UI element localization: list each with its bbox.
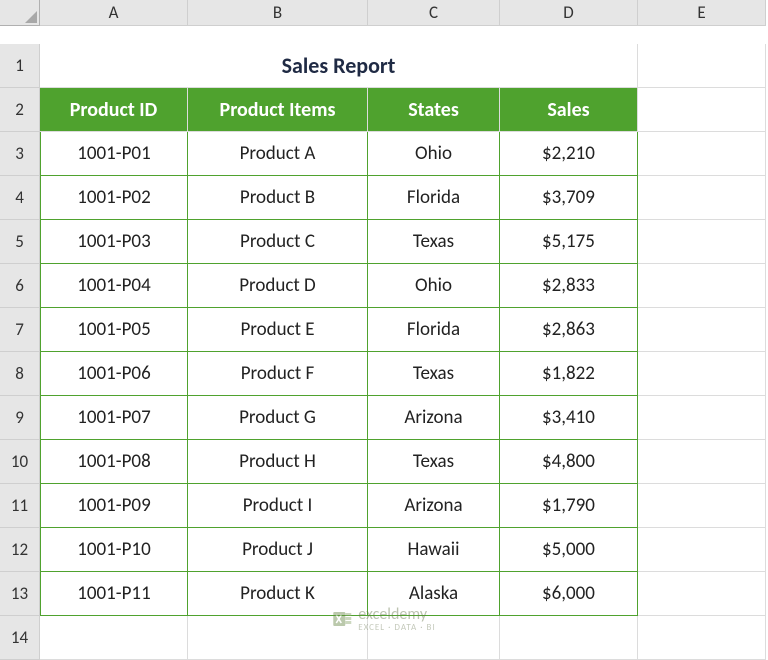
select-all-corner[interactable]: [0, 0, 40, 26]
cell-state[interactable]: Ohio: [368, 132, 500, 176]
cell-sales[interactable]: $3,709: [500, 176, 638, 220]
cell-state[interactable]: Florida: [368, 308, 500, 352]
cell-sales[interactable]: $1,790: [500, 484, 638, 528]
header-sales[interactable]: Sales: [500, 88, 638, 132]
header-product-items[interactable]: Product Items: [188, 88, 368, 132]
header-product-id[interactable]: Product ID: [40, 88, 188, 132]
cell-state[interactable]: Texas: [368, 440, 500, 484]
cell-sales[interactable]: $3,410: [500, 396, 638, 440]
cell-product-id[interactable]: 1001-P01: [40, 132, 188, 176]
row-header-5[interactable]: 5: [0, 220, 40, 264]
cell-state[interactable]: Texas: [368, 220, 500, 264]
cell-E8[interactable]: [638, 352, 766, 396]
row-header-13[interactable]: 13: [0, 572, 40, 616]
col-header-A[interactable]: A: [40, 0, 188, 26]
cell-state[interactable]: Arizona: [368, 484, 500, 528]
cell-state[interactable]: Arizona: [368, 396, 500, 440]
cell-product-item[interactable]: Product K: [188, 572, 368, 616]
cell-state[interactable]: Hawaii: [368, 528, 500, 572]
cell-product-id[interactable]: 1001-P06: [40, 352, 188, 396]
row-header-11[interactable]: 11: [0, 484, 40, 528]
cell-product-item[interactable]: Product I: [188, 484, 368, 528]
cell-E5[interactable]: [638, 220, 766, 264]
cell-sales[interactable]: $6,000: [500, 572, 638, 616]
cell-E14[interactable]: [638, 616, 766, 660]
cell-sales[interactable]: $5,000: [500, 528, 638, 572]
cell-E2[interactable]: [638, 88, 766, 132]
row-header-9[interactable]: 9: [0, 396, 40, 440]
cell-sales[interactable]: $2,833: [500, 264, 638, 308]
cell-product-item[interactable]: Product C: [188, 220, 368, 264]
title-cell[interactable]: Sales Report: [40, 44, 638, 88]
header-states[interactable]: States: [368, 88, 500, 132]
cell-sales[interactable]: $4,800: [500, 440, 638, 484]
cell-B14[interactable]: [188, 616, 368, 660]
row-header-3[interactable]: 3: [0, 132, 40, 176]
cell-sales[interactable]: $2,863: [500, 308, 638, 352]
cell-product-item[interactable]: Product D: [188, 264, 368, 308]
cell-state[interactable]: Alaska: [368, 572, 500, 616]
row-header-7[interactable]: 7: [0, 308, 40, 352]
cell-product-item[interactable]: Product A: [188, 132, 368, 176]
cell-E10[interactable]: [638, 440, 766, 484]
cell-E12[interactable]: [638, 528, 766, 572]
cell-E3[interactable]: [638, 132, 766, 176]
col-header-C[interactable]: C: [368, 0, 500, 26]
row-header-4[interactable]: 4: [0, 176, 40, 220]
cell-E1[interactable]: [638, 44, 766, 88]
row-header-8[interactable]: 8: [0, 352, 40, 396]
cell-E7[interactable]: [638, 308, 766, 352]
cell-E13[interactable]: [638, 572, 766, 616]
cell-product-item[interactable]: Product B: [188, 176, 368, 220]
col-header-E[interactable]: E: [638, 0, 766, 26]
row-header-12[interactable]: 12: [0, 528, 40, 572]
spreadsheet-grid[interactable]: A B C D E 1 Sales Report 2 Product ID Pr…: [0, 0, 768, 660]
row-header-10[interactable]: 10: [0, 440, 40, 484]
cell-E6[interactable]: [638, 264, 766, 308]
cell-product-item[interactable]: Product G: [188, 396, 368, 440]
cell-product-item[interactable]: Product J: [188, 528, 368, 572]
cell-product-item[interactable]: Product E: [188, 308, 368, 352]
row-header-14[interactable]: 14: [0, 616, 40, 660]
cell-state[interactable]: Texas: [368, 352, 500, 396]
cell-product-id[interactable]: 1001-P09: [40, 484, 188, 528]
row-header-6[interactable]: 6: [0, 264, 40, 308]
cell-sales[interactable]: $2,210: [500, 132, 638, 176]
cell-E11[interactable]: [638, 484, 766, 528]
cell-sales[interactable]: $5,175: [500, 220, 638, 264]
cell-sales[interactable]: $1,822: [500, 352, 638, 396]
cell-product-item[interactable]: Product F: [188, 352, 368, 396]
cell-product-id[interactable]: 1001-P10: [40, 528, 188, 572]
cell-product-id[interactable]: 1001-P03: [40, 220, 188, 264]
row-header-2[interactable]: 2: [0, 88, 40, 132]
cell-state[interactable]: Florida: [368, 176, 500, 220]
cell-E9[interactable]: [638, 396, 766, 440]
cell-product-id[interactable]: 1001-P02: [40, 176, 188, 220]
cell-D14[interactable]: [500, 616, 638, 660]
cell-A14[interactable]: [40, 616, 188, 660]
col-header-D[interactable]: D: [500, 0, 638, 26]
cell-product-id[interactable]: 1001-P04: [40, 264, 188, 308]
col-header-B[interactable]: B: [188, 0, 368, 26]
cell-product-item[interactable]: Product H: [188, 440, 368, 484]
cell-state[interactable]: Ohio: [368, 264, 500, 308]
cell-E4[interactable]: [638, 176, 766, 220]
cell-product-id[interactable]: 1001-P05: [40, 308, 188, 352]
cell-C14[interactable]: [368, 616, 500, 660]
cell-product-id[interactable]: 1001-P08: [40, 440, 188, 484]
cell-product-id[interactable]: 1001-P11: [40, 572, 188, 616]
row-header-1[interactable]: 1: [0, 44, 40, 88]
cell-product-id[interactable]: 1001-P07: [40, 396, 188, 440]
